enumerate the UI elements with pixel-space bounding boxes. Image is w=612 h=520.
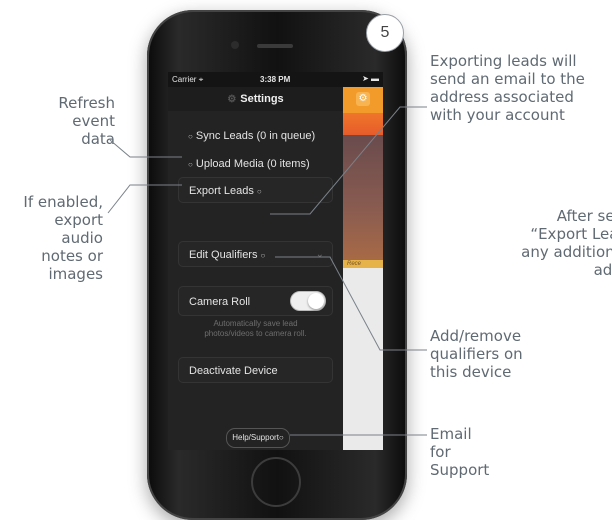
- toggle-knob: [308, 293, 324, 309]
- annotation-export-media: If enabled, export audio notes or images: [23, 193, 103, 283]
- export-leads-button[interactable]: Export Leads ○: [178, 177, 333, 203]
- status-bar: Carrier ⌖ 3:38 PM ➤ ▬: [168, 72, 383, 87]
- gear-icon: ⚙: [227, 93, 237, 105]
- connector-dot-icon: ○: [188, 132, 193, 141]
- carrier-label: Carrier ⌖: [172, 75, 204, 84]
- connector-dot-icon: ○: [260, 251, 266, 260]
- connector-dot-icon: ○: [278, 433, 284, 442]
- main-view-photo: [343, 135, 383, 260]
- annotation-email-support: Email for Support: [430, 425, 490, 479]
- sync-leads-label: Sync Leads (0 in queue): [195, 130, 316, 142]
- camera-roll-row: Camera Roll: [178, 286, 333, 316]
- front-camera: [231, 41, 239, 49]
- battery-icon: ▬: [371, 74, 379, 83]
- edit-qualifiers-label: Edit Qualifiers: [189, 249, 258, 261]
- sync-leads-button[interactable]: ○ Sync Leads (0 in queue): [178, 123, 333, 149]
- annotation-export-leads: Exporting leads will send an email to th…: [430, 52, 585, 124]
- wifi-icon: ⌖: [198, 75, 204, 84]
- main-view-header: ⚙: [343, 87, 383, 113]
- annotation-refresh: Refresh event data: [58, 94, 115, 148]
- speaker-grille: [257, 44, 293, 48]
- camera-roll-toggle[interactable]: [290, 291, 326, 311]
- edit-qualifiers-button[interactable]: Edit Qualifiers ○ ⌄: [178, 241, 333, 267]
- connector-dot-icon: ○: [256, 187, 262, 196]
- page-title: Settings: [240, 93, 284, 105]
- settings-menu: ○ Sync Leads (0 in queue) ○ Upload Media…: [168, 111, 343, 450]
- upload-media-label: Upload Media (0 items): [195, 158, 310, 170]
- main-view-peek[interactable]: ⚙ Rece: [343, 87, 383, 450]
- upload-media-button[interactable]: ○ Upload Media (0 items): [178, 151, 333, 177]
- annotation-qualifiers: Add/remove qualifiers on this device: [430, 327, 523, 381]
- connector-dot-icon: ○: [188, 160, 193, 169]
- gear-icon[interactable]: ⚙: [356, 92, 370, 106]
- step-badge: 5: [366, 14, 404, 52]
- deactivate-device-button[interactable]: Deactivate Device: [178, 357, 333, 383]
- location-arrow-icon: ➤: [362, 74, 369, 83]
- export-leads-label: Export Leads: [189, 185, 254, 197]
- annotation-after-select: After sele “Export Lead any additional a…: [521, 207, 612, 279]
- help-support-button[interactable]: Help/Support○: [226, 428, 290, 448]
- main-view-strip: Rece: [343, 260, 383, 268]
- camera-roll-hint: Automatically save lead photos/videos to…: [204, 319, 307, 338]
- status-time: 3:38 PM: [260, 75, 291, 84]
- camera-roll-label: Camera Roll: [189, 296, 251, 308]
- main-view-banner: [343, 113, 383, 135]
- chevron-down-icon: ⌄: [315, 249, 324, 260]
- home-button[interactable]: [251, 457, 301, 507]
- nav-bar: ⚙ Settings: [168, 87, 343, 111]
- deactivate-device-label: Deactivate Device: [189, 365, 278, 377]
- help-support-label: Help/Support: [232, 433, 279, 442]
- phone-screen: Carrier ⌖ 3:38 PM ➤ ▬ ⚙ Settings ○ Sync …: [168, 72, 383, 450]
